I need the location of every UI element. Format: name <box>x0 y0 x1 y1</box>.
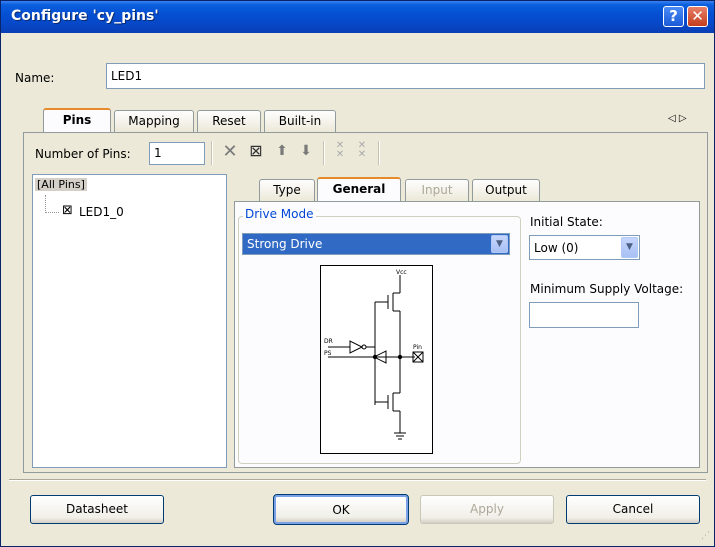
tab-type-label: Type <box>273 183 301 197</box>
ok-button[interactable]: OK <box>273 494 409 525</box>
drive-mode-schematic: Vcc DR PS Pin <box>320 265 433 454</box>
schematic-ps-label: PS <box>324 350 332 357</box>
move-up-icon[interactable]: ⬆ <box>271 143 293 159</box>
tab-type[interactable]: Type <box>259 179 315 201</box>
tab-built-in[interactable]: Built-in <box>264 110 336 132</box>
initial-state-select[interactable]: Low (0) ▼ <box>529 235 640 260</box>
ok-button-label: OK <box>332 503 350 517</box>
number-of-pins-label: Number of Pins: <box>35 147 131 161</box>
tab-general-label: General <box>332 182 386 196</box>
apply-button-label: Apply <box>470 502 504 516</box>
tree-line <box>45 195 47 213</box>
tree-root-all-pins[interactable]: [All Pins] <box>35 178 87 191</box>
cancel-button[interactable]: Cancel <box>566 495 700 524</box>
chevron-down-icon[interactable]: ▼ <box>491 235 508 253</box>
apply-button[interactable]: Apply <box>420 495 554 524</box>
initial-state-value: Low (0) <box>534 241 579 255</box>
tab-input[interactable]: Input <box>405 179 469 201</box>
help-icon[interactable]: ? <box>663 6 684 27</box>
tab-input-label: Input <box>421 183 453 197</box>
initial-state-label: Initial State: <box>530 215 603 229</box>
name-input[interactable]: LED1 <box>106 63 705 89</box>
move-down-icon[interactable]: ⬇ <box>295 143 317 159</box>
datasheet-button[interactable]: Datasheet <box>30 495 164 524</box>
tab-output[interactable]: Output <box>472 179 540 201</box>
tab-general[interactable]: General <box>317 177 401 201</box>
tab-pins-label: Pins <box>62 113 92 127</box>
toolbar-separator-2 <box>323 141 325 165</box>
tree-line-h <box>45 212 59 213</box>
title-bar[interactable]: Configure 'cy_pins' ? ✕ <box>1 1 714 33</box>
drive-mode-select[interactable]: Strong Drive ▼ <box>242 233 510 255</box>
resize-grip-icon[interactable]: ⋰ <box>701 531 710 541</box>
min-supply-voltage-label: Minimum Supply Voltage: <box>530 282 684 296</box>
name-label: Name: <box>15 71 55 85</box>
tab-mapping-label: Mapping <box>128 114 180 128</box>
toolbar-separator <box>211 141 213 165</box>
number-of-pins-value: 1 <box>154 146 162 160</box>
pins-tree: [All Pins] ⊠ LED1_0 <box>32 174 227 468</box>
drive-mode-value: Strong Drive <box>247 237 323 251</box>
pin-checkbox-icon[interactable]: ⊠ <box>62 203 73 218</box>
datasheet-button-label: Datasheet <box>66 502 128 516</box>
tab-mapping[interactable]: Mapping <box>114 110 194 132</box>
tab-reset[interactable]: Reset <box>197 110 261 132</box>
min-supply-voltage-input[interactable] <box>529 302 639 328</box>
name-input-value: LED1 <box>111 69 143 83</box>
bottom-divider <box>9 479 706 481</box>
tab-built-in-label: Built-in <box>278 114 322 128</box>
schematic-pin-label: Pin <box>413 344 422 351</box>
schematic-dr-label: DR <box>324 338 333 345</box>
chevron-down-icon[interactable]: ▼ <box>621 237 638 258</box>
group-pins-icon[interactable]: ✕ ✕ <box>331 141 349 160</box>
number-of-pins-input[interactable]: 1 <box>149 142 205 165</box>
tab-output-label: Output <box>485 183 527 197</box>
drive-mode-label: Drive Mode <box>243 207 316 221</box>
ungroup-pins-icon[interactable]: ✕ ✕ <box>353 141 371 160</box>
general-panel: Drive Mode Strong Drive ▼ Vcc DR PS Pin … <box>234 201 700 468</box>
toolbar-separator-3 <box>378 141 380 165</box>
tab-scroll-arrows[interactable]: ◁ ▷ <box>668 113 687 124</box>
tab-pins[interactable]: Pins <box>43 108 111 132</box>
schematic-vcc-label: Vcc <box>396 269 407 276</box>
delete-pin-icon[interactable]: ✕ <box>219 141 241 162</box>
tab-reset-label: Reset <box>212 114 246 128</box>
cancel-button-label: Cancel <box>612 502 654 516</box>
add-pin-icon[interactable]: ⊠ <box>245 141 267 160</box>
configure-dialog: Configure 'cy_pins' ? ✕ Name: LED1 Pins … <box>0 0 715 547</box>
close-icon[interactable]: ✕ <box>687 6 708 27</box>
window-title: Configure 'cy_pins' <box>11 8 159 24</box>
tree-item-led1-0[interactable]: LED1_0 <box>79 205 124 219</box>
